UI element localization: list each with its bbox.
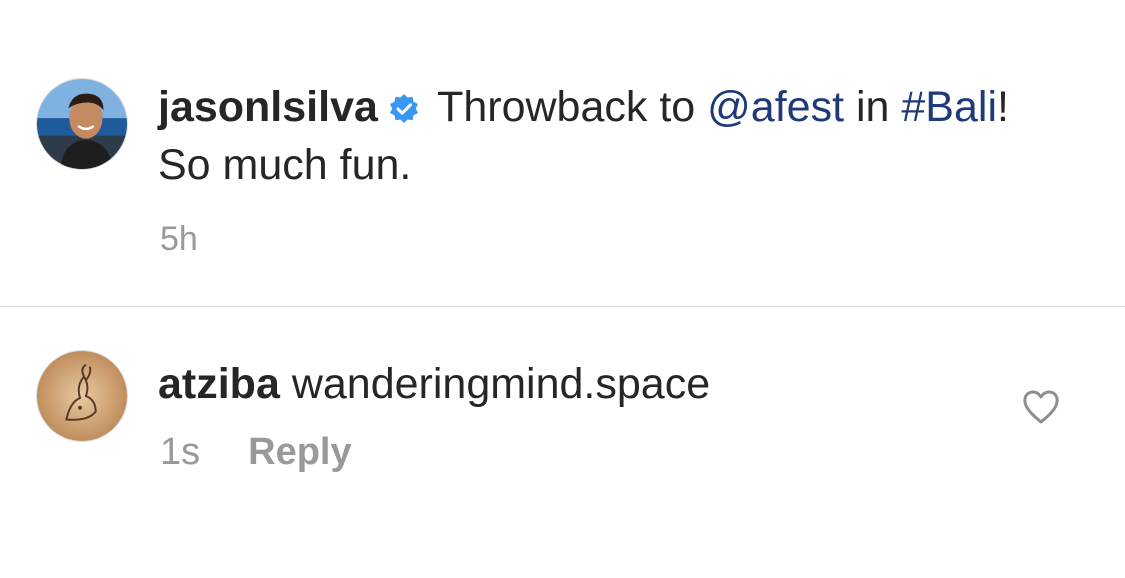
caption-username[interactable]: jasonlsilva (158, 83, 378, 131)
comment-row: atziba wanderingmind.space 1s Reply (0, 307, 1125, 578)
caption-text-part1: Throwback to (425, 83, 708, 131)
caption-block: jasonlsilva Throwback to @afest in #Bali… (0, 0, 1125, 307)
profile-photo-sketch-icon (37, 351, 127, 441)
avatar[interactable] (36, 78, 128, 170)
caption-text: jasonlsilva Throwback to @afest in #Bali… (158, 78, 1058, 194)
comment-username[interactable]: atziba (158, 360, 280, 408)
mention-link[interactable]: @afest (707, 83, 844, 131)
profile-photo-beach-icon (37, 79, 127, 169)
comment-avatar[interactable] (36, 350, 128, 442)
hashtag-link[interactable]: #Bali (901, 83, 997, 131)
heart-outline-icon[interactable] (1022, 389, 1060, 425)
comment-meta: 1s Reply (160, 431, 352, 474)
comment-timestamp: 1s (160, 431, 201, 473)
caption-timestamp: 5h (160, 220, 198, 258)
reply-button[interactable]: Reply (248, 431, 351, 473)
caption-text-part2: in (844, 83, 902, 131)
comment-body: wanderingmind.space (279, 360, 711, 408)
verified-badge-icon (388, 93, 420, 125)
comment-text: atziba wanderingmind.space (158, 355, 710, 413)
